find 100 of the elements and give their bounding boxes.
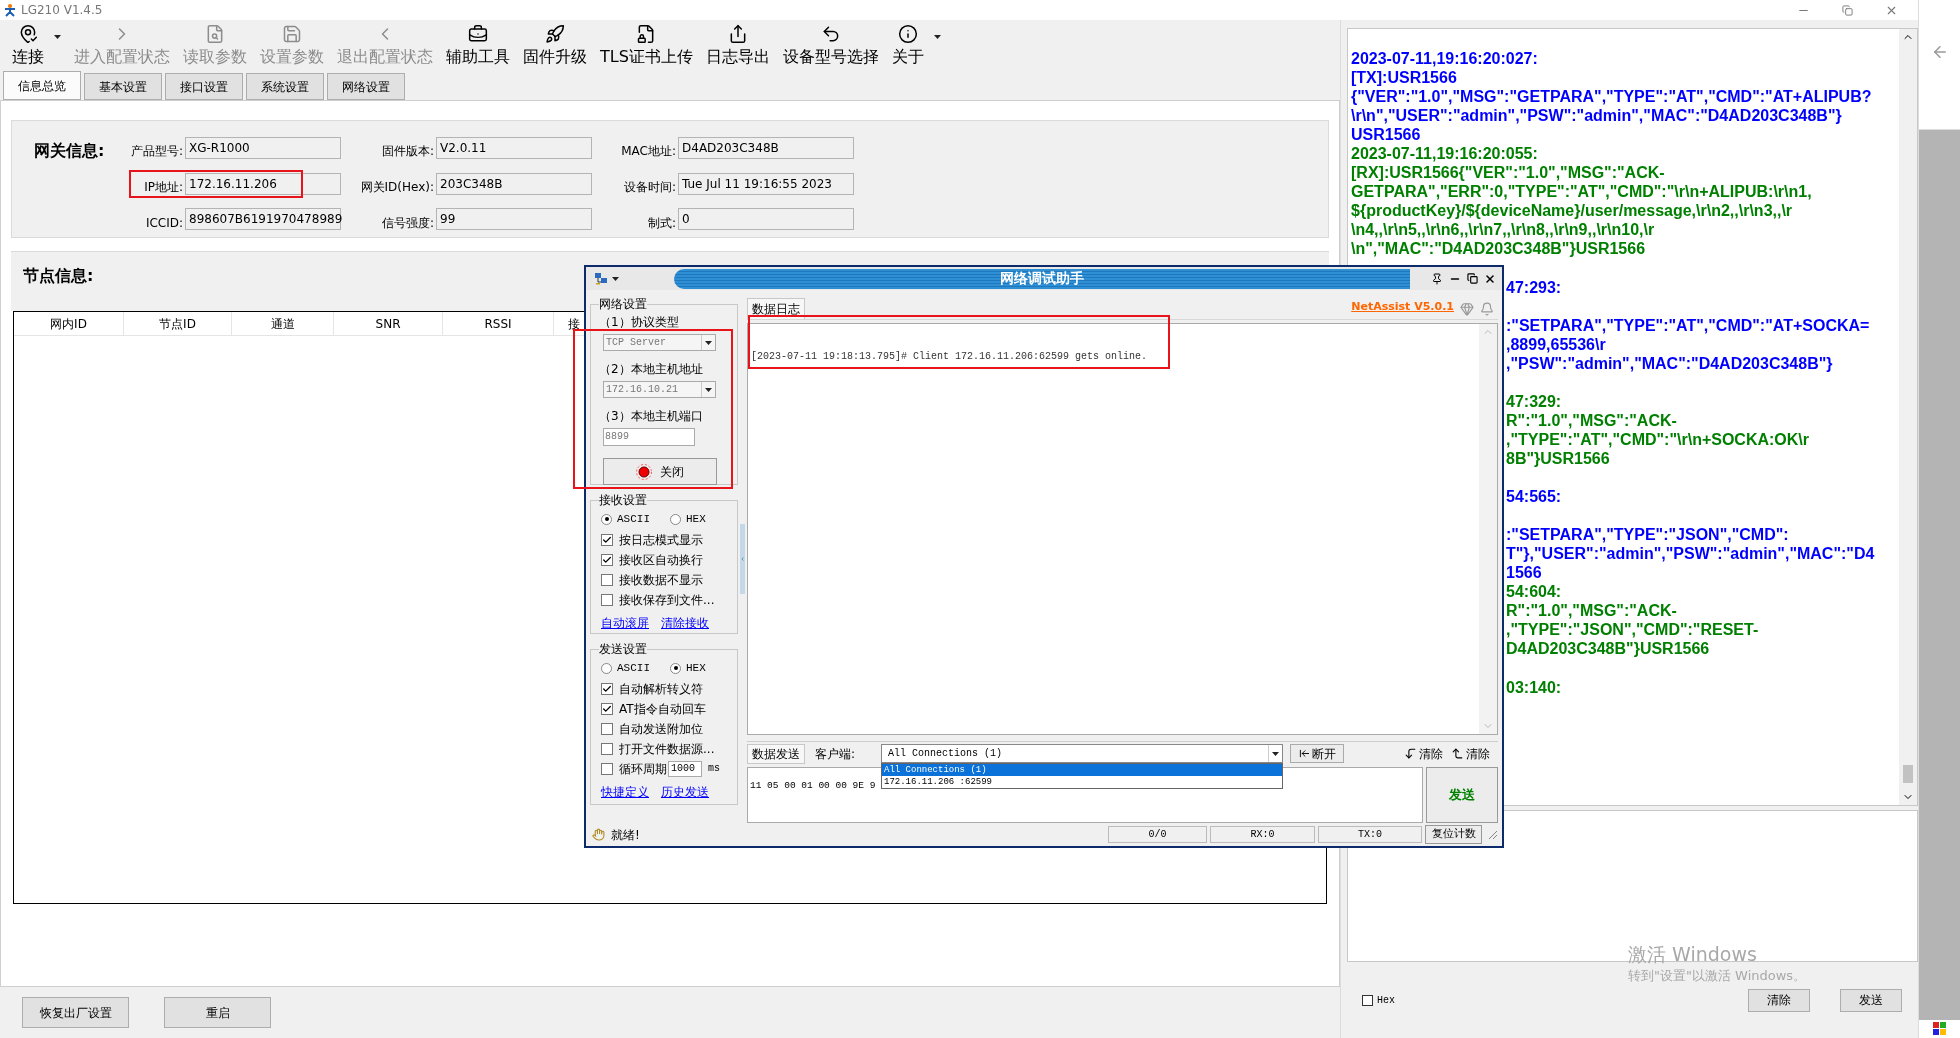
- checkbox[interactable]: [601, 573, 613, 586]
- radio-label: ASCII: [617, 661, 650, 676]
- splitter-handle[interactable]: [740, 524, 745, 594]
- checkbox-label: 接收保存到文件...: [619, 591, 715, 609]
- column-header: RSSI: [443, 312, 554, 335]
- toolbar-button[interactable]: 关于: [891, 24, 924, 67]
- close-icon[interactable]: [1484, 272, 1496, 285]
- period-input[interactable]: 1000: [668, 760, 702, 777]
- checkbox[interactable]: [601, 553, 613, 566]
- clear-button[interactable]: 清除: [1451, 744, 1490, 763]
- reset-counter-button[interactable]: 复位计数: [1425, 825, 1482, 844]
- send-input[interactable]: [1347, 810, 1918, 962]
- checkbox-label: 循环周期: [619, 760, 667, 778]
- dropdown-caret-icon[interactable]: [705, 387, 712, 392]
- group-title: 发送设置: [599, 641, 647, 658]
- log-line: \r\n","USER":"admin","PSW":"admin","MAC":"D4AD203C348B"}: [1351, 106, 1842, 126]
- pin-icon[interactable]: [1431, 272, 1443, 285]
- diamond-icon[interactable]: [1460, 302, 1474, 316]
- field-label: ICCID:: [144, 214, 184, 232]
- action-button[interactable]: 发送: [1840, 988, 1902, 1012]
- app-tray-icon[interactable]: [1932, 1022, 1947, 1036]
- send-button[interactable]: 发送: [1426, 767, 1498, 823]
- radio-button[interactable]: [670, 662, 681, 674]
- radio-button[interactable]: [670, 513, 681, 525]
- status-light-icon: [636, 463, 652, 480]
- log-line: ${productKey}/${deviceName}/user/message,\r\n2,,\r\n3,,\r: [1351, 201, 1793, 221]
- log-line: T"},"USER":"admin","PSW":"admin","MAC":"D4: [1506, 544, 1875, 564]
- tab[interactable]: 基本设置: [84, 73, 162, 100]
- checkbox[interactable]: [601, 762, 613, 775]
- field-value: 172.16.11.206: [185, 172, 341, 195]
- log-line: \n","MAC":"D4AD203C348B"}USR1566: [1351, 239, 1646, 259]
- checkbox[interactable]: [601, 742, 613, 755]
- disconnect-button[interactable]: 断开: [1290, 744, 1344, 763]
- clear-button[interactable]: 清除: [1404, 744, 1443, 763]
- status-field: TX:0: [1318, 826, 1422, 843]
- radio-button[interactable]: [601, 513, 612, 525]
- scroll-thumb[interactable]: [1903, 765, 1913, 783]
- resize-grip-icon[interactable]: [1488, 829, 1498, 840]
- group-title: 网络设置: [599, 296, 647, 313]
- field-label: 网关ID(Hex):: [359, 179, 435, 196]
- action-button[interactable]: 清除: [1748, 988, 1810, 1012]
- dropdown-caret-icon[interactable]: [1272, 751, 1279, 756]
- field-value: 203C348B: [436, 172, 592, 195]
- tab[interactable]: 接口设置: [165, 73, 243, 100]
- link[interactable]: 历史发送: [661, 782, 709, 801]
- toolbar-button[interactable]: 辅助工具: [446, 24, 510, 67]
- maximize-icon[interactable]: [1467, 273, 1478, 284]
- link[interactable]: 清除接收: [661, 613, 709, 632]
- toolbar-button[interactable]: 固件升级: [523, 24, 587, 67]
- toolbar-button[interactable]: 连接: [12, 24, 44, 67]
- field-value: D4AD203C348B: [678, 137, 854, 159]
- link[interactable]: 快捷定义: [601, 782, 649, 801]
- log-line: GETPARA","ERR":0,"TYPE":"AT","CMD":"\r\n+ALIPUB:\r\n1,: [1351, 182, 1812, 202]
- footer-button[interactable]: 重启: [164, 997, 271, 1028]
- checkbox[interactable]: [1362, 994, 1373, 1006]
- checkbox-label: Hex: [1377, 993, 1395, 1008]
- restore-icon[interactable]: [1842, 4, 1853, 16]
- corner-arrow-icon: [1451, 747, 1464, 760]
- link[interactable]: 自动滚屏: [601, 613, 649, 632]
- scrollbar[interactable]: [1899, 29, 1917, 805]
- tab[interactable]: 信息总览: [3, 71, 81, 100]
- group-title: 接收设置: [599, 492, 647, 509]
- field-value: 99: [436, 208, 592, 231]
- radio-label: HEX: [686, 512, 706, 527]
- log-line: {"VER":"1.0","MSG":"GETPARA","TYPE":"AT","CMD":"AT+ALIPUB?: [1351, 87, 1872, 107]
- log-line: 54:565:: [1506, 487, 1562, 507]
- toolbar-button[interactable]: 设备型号选择: [782, 24, 879, 67]
- log-line: 47:293:: [1506, 277, 1562, 297]
- checkbox[interactable]: [601, 722, 613, 735]
- dropdown-caret-icon[interactable]: [933, 35, 941, 39]
- checkbox[interactable]: [601, 682, 613, 695]
- tab[interactable]: 数据发送: [747, 743, 805, 764]
- checkbox[interactable]: [601, 593, 613, 606]
- field-label: 客户端:: [815, 745, 857, 763]
- dropdown-option[interactable]: All Connections (1): [882, 764, 1282, 776]
- pointing-hand-icon: [592, 828, 605, 841]
- footer-button[interactable]: 恢复出厂设置: [22, 997, 129, 1028]
- tab[interactable]: 网络设置: [327, 73, 405, 100]
- checkbox[interactable]: [601, 702, 613, 715]
- tab[interactable]: 数据日志: [747, 298, 805, 319]
- checkbox[interactable]: [601, 533, 613, 546]
- field-label: MAC地址:: [620, 143, 677, 161]
- dropdown-caret-icon[interactable]: [54, 35, 61, 39]
- network-icon[interactable]: [594, 272, 608, 285]
- field-value: Tue Jul 11 19:16:55 2023: [678, 172, 854, 195]
- checkbox-label: 接收区自动换行: [619, 551, 703, 569]
- dropdown-caret-icon[interactable]: [612, 276, 619, 281]
- log-line: R":"1.0","MSG":"ACK-: [1506, 410, 1677, 430]
- column-header: 节点ID: [124, 312, 232, 335]
- toolbar-button[interactable]: TLS证书上传: [600, 24, 693, 67]
- log-line: ,8899,65536\r: [1506, 334, 1606, 354]
- toolbar-button[interactable]: 日志导出: [705, 24, 770, 67]
- log-line: 2023-07-11,19:16:20:027:: [1351, 49, 1538, 68]
- log-line: :"SETPARA","TYPE":"JSON","CMD":: [1506, 525, 1789, 545]
- radio-button[interactable]: [601, 662, 612, 674]
- field-label: （2）本地主机地址: [599, 361, 704, 378]
- log-line: \n4,,\r\n5,,\r\n6,,\r\n7,,\r\n8,,\r\n9,,\r\n10,\r: [1351, 220, 1655, 240]
- tab[interactable]: 系统设置: [246, 73, 324, 100]
- bell-icon[interactable]: [1480, 302, 1494, 316]
- client-select[interactable]: All Connections (1): [881, 744, 1283, 763]
